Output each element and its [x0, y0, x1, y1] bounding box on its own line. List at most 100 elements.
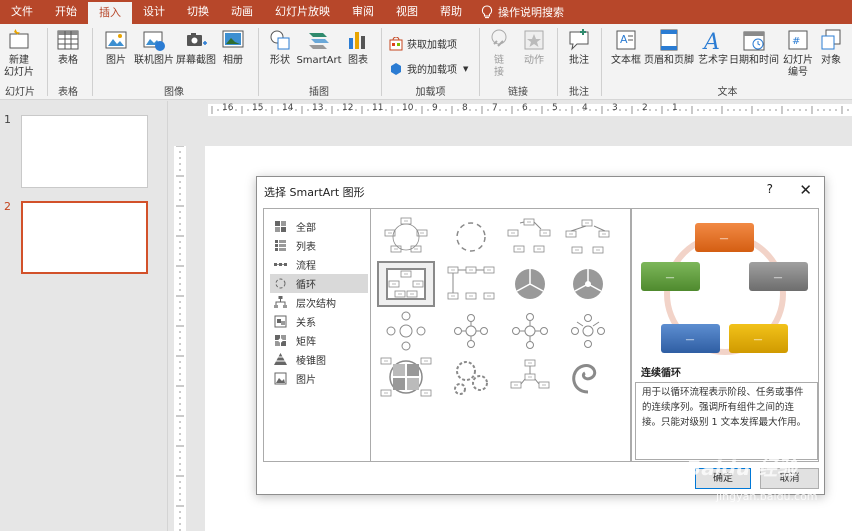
category-label: 列表 [296, 242, 316, 253]
comment-button[interactable]: 批注 [565, 28, 593, 67]
ruler-label: 7 [492, 103, 498, 113]
header-footer-button[interactable]: 页眉和页脚 [643, 28, 695, 67]
relationship-icon [274, 315, 287, 328]
category-process[interactable]: 流程 [270, 255, 368, 274]
category-picture[interactable]: 图片 [270, 369, 368, 388]
slide-thumbnail-1[interactable] [21, 115, 148, 188]
slide-thumbnails-pane: 1 2 [0, 101, 168, 531]
cycle-layout-radial-list[interactable] [561, 310, 615, 352]
shapes-button[interactable]: 形状 [266, 28, 294, 67]
ruler-label: 13 [312, 103, 324, 113]
link-button[interactable]: 链 接 [485, 28, 513, 79]
group-label-table: 表格 [58, 87, 78, 98]
category-hierarchy[interactable]: 层次结构 [270, 293, 368, 312]
album-icon [222, 30, 244, 48]
textbox-button[interactable]: A 文本框 [609, 28, 643, 67]
category-pyramid[interactable]: 棱锥图 [270, 350, 368, 369]
cycle-layout-pie-segmented[interactable] [503, 263, 557, 305]
cycle-layout-spiral[interactable] [561, 356, 615, 398]
my-addins-button[interactable]: 我的加载项 ▼ [389, 61, 468, 76]
cycle-layout-radial-venn[interactable] [503, 356, 557, 398]
category-list-type[interactable]: 列表 [270, 236, 368, 255]
matrix-icon [275, 335, 286, 346]
shapes-label: 形状 [270, 55, 290, 66]
tab-insert[interactable]: 插入 [88, 0, 132, 24]
cycle-layout-cycle-matrix[interactable] [379, 356, 433, 398]
cycle-layout-diverging[interactable] [444, 310, 498, 352]
ruler-ticks [208, 104, 852, 116]
new-slide-button[interactable]: 新建 幻灯片 [2, 28, 36, 79]
ruler-label: 2 [642, 103, 648, 113]
slide-thumbnail-2[interactable] [21, 201, 148, 274]
layout-thumbnail [515, 269, 545, 299]
help-button[interactable]: ? [767, 182, 773, 196]
separator [557, 28, 558, 96]
category-label: 棱锥图 [296, 356, 326, 367]
tab-file[interactable]: 文件 [0, 0, 44, 24]
new-slide-icon [9, 29, 29, 49]
layout-thumbnail [454, 361, 488, 395]
tab-transitions[interactable]: 切换 [176, 0, 220, 24]
tab-help[interactable]: 帮助 [429, 0, 473, 24]
action-button[interactable]: 动作 [519, 28, 549, 67]
ruler-label: 4 [582, 103, 588, 113]
picture-button[interactable]: 图片 [102, 28, 130, 67]
tab-home[interactable]: 开始 [44, 0, 88, 24]
cycle-layout-segmented[interactable] [561, 216, 615, 258]
tab-view[interactable]: 视图 [385, 0, 429, 24]
chart-button[interactable]: 图表 [344, 28, 372, 67]
picture-label: 图片 [106, 55, 126, 66]
online-picture-label: 联机图片 [134, 55, 174, 66]
smartart-label: SmartArt [296, 55, 342, 66]
category-cycle[interactable]: 循环 [270, 274, 368, 293]
comment-icon [569, 29, 589, 51]
cycle-layout-radial-converging[interactable] [503, 310, 557, 352]
ruler-label: 5 [552, 103, 558, 113]
tab-slideshow[interactable]: 幻灯片放映 [264, 0, 341, 24]
tab-animations[interactable]: 动画 [220, 0, 264, 24]
close-button[interactable]: ✕ [799, 181, 812, 199]
wordart-button[interactable]: A 艺术字 [697, 28, 729, 67]
calendar-icon [743, 31, 765, 51]
online-picture-button[interactable]: 联机图片 [134, 28, 174, 67]
cycle-layout-basic[interactable] [379, 216, 433, 258]
slide-number-button[interactable]: # 幻灯片 编号 [781, 28, 815, 79]
group-slides: 新建 幻灯片 幻灯片 [0, 24, 40, 100]
layout-thumbnail [386, 268, 426, 300]
tell-me-search[interactable]: 操作说明搜索 [473, 0, 572, 24]
tab-review[interactable]: 审阅 [341, 0, 385, 24]
cycle-layout-radial[interactable] [379, 310, 433, 352]
group-comments: 批注 批注 [559, 24, 599, 100]
cycle-layout-block[interactable] [503, 216, 557, 258]
album-label: 相册 [223, 55, 243, 66]
screenshot-button[interactable]: 屏幕截图 [176, 28, 216, 67]
category-label: 层次结构 [296, 299, 336, 310]
cycle-layout-text[interactable] [444, 216, 498, 258]
picture-icon [105, 31, 127, 49]
cycle-layout-pie[interactable] [561, 263, 615, 305]
ruler-label: 12 [342, 103, 354, 113]
textbox-icon: A [616, 30, 636, 50]
layout-thumbnail [565, 219, 610, 254]
ruler-label: 14 [282, 103, 294, 113]
category-relationship[interactable]: 关系 [270, 312, 368, 331]
object-icon [821, 29, 841, 50]
album-button[interactable]: 相册 [218, 28, 248, 67]
cycle-layout-gears[interactable] [444, 356, 498, 398]
category-all[interactable]: 全部 [270, 217, 368, 236]
slide-number-2: 2 [4, 200, 11, 213]
my-addins-label: 我的加载项 [407, 65, 457, 76]
cycle-layout-repeating[interactable] [444, 263, 498, 305]
group-label-images: 图像 [164, 87, 184, 98]
svg-text:#: # [792, 36, 800, 47]
cycle-layout-continuous[interactable] [377, 261, 435, 307]
tab-design[interactable]: 设计 [132, 0, 176, 24]
category-matrix[interactable]: 矩阵 [270, 331, 368, 350]
datetime-button[interactable]: 日期和时间 [729, 28, 779, 67]
screenshot-label: 屏幕截图 [176, 55, 216, 66]
category-list: 全部 列表 流程 循环 层次结构 关系 矩阵 棱锥图 图片 [263, 208, 371, 462]
smartart-button[interactable]: SmartArt [296, 28, 342, 67]
table-button[interactable]: 表格 [54, 28, 82, 67]
object-button[interactable]: 对象 [817, 28, 845, 67]
get-addins-button[interactable]: 获取加载项 [389, 36, 457, 51]
